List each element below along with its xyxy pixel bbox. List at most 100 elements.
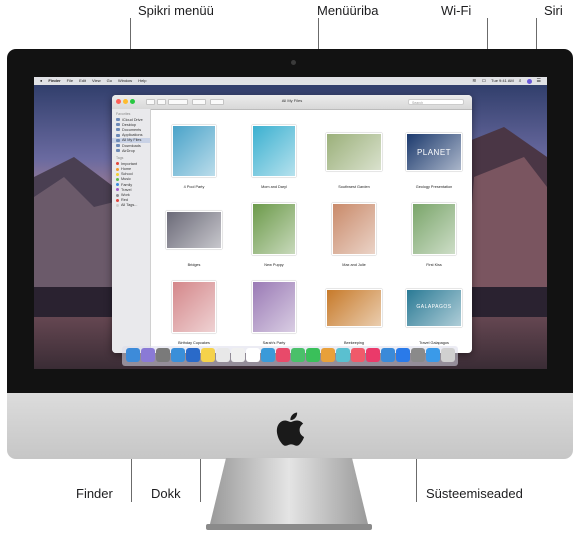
dock-app-icon[interactable] — [246, 348, 260, 362]
search-input[interactable]: Search — [408, 99, 464, 105]
sidebar-tag-label: Work — [121, 193, 130, 198]
dock-app-icon[interactable] — [381, 348, 395, 362]
imac-stand — [206, 458, 372, 530]
menu-item-go[interactable]: Go — [107, 77, 112, 85]
file-caption: Bridges — [187, 263, 201, 267]
clock[interactable]: Tue 9:41 AM — [491, 77, 514, 85]
sidebar-tag-label: Home — [121, 167, 132, 172]
file-thumbnail: GALAPAGOS — [406, 289, 462, 327]
file-caption: 4 Pool Party — [183, 185, 205, 189]
camera — [291, 60, 296, 65]
finder-icon[interactable] — [126, 348, 140, 362]
file-item[interactable]: New Puppy — [234, 197, 314, 277]
sidebar-tag-label: School — [121, 172, 133, 177]
sidebar-tag-8[interactable]: All Tags... — [112, 203, 150, 208]
folder-icon — [116, 118, 120, 122]
file-thumbnail — [326, 133, 382, 171]
dock-app-icon[interactable] — [156, 348, 170, 362]
sidebar-tag-label: Important — [121, 161, 138, 166]
tag-dot-icon — [116, 198, 119, 202]
callout-siri: Siri — [544, 3, 563, 18]
notification-center-icon[interactable]: ☰ — [537, 78, 541, 84]
file-item[interactable]: 4 Pool Party — [154, 119, 234, 199]
file-caption: New Puppy — [264, 263, 284, 267]
callout-system-prefs: Süsteemiseaded — [426, 486, 523, 501]
dock-app-icon[interactable] — [186, 348, 200, 362]
file-item[interactable]: First Kiss — [394, 197, 472, 277]
file-thumbnail — [332, 203, 376, 255]
file-caption: Mom and Daryl — [261, 185, 287, 189]
dock-app-icon[interactable] — [321, 348, 335, 362]
file-caption: Geology Presentation — [415, 185, 453, 189]
file-item[interactable]: Southwest Garden — [314, 119, 394, 199]
sidebar-tags-head: Tags — [116, 156, 124, 161]
finder-window: All My Files Search Favorites iCloud Dri… — [112, 95, 472, 353]
tag-dot-icon — [116, 188, 119, 192]
folder-icon — [116, 123, 120, 127]
tag-dot-icon — [116, 203, 119, 207]
dock-app-icon[interactable] — [141, 348, 155, 362]
dock-app-icon[interactable] — [426, 348, 440, 362]
sidebar-tag-label: All Tags... — [121, 203, 138, 208]
file-caption: Max and Julie — [342, 263, 366, 267]
dock — [122, 346, 458, 366]
dock-app-icon[interactable] — [351, 348, 365, 362]
sidebar-tag-label: Red — [121, 198, 128, 203]
spotlight-icon[interactable]: ⌕ — [519, 78, 522, 84]
sidebar-item-label: Downloads — [122, 143, 141, 148]
menu-item-help[interactable]: Help — [138, 77, 146, 85]
apple-menu-icon[interactable]: ● — [40, 77, 42, 85]
file-item[interactable]: Sarah's Party — [234, 275, 314, 353]
file-item[interactable]: GALAPAGOS Travel Galapagos — [394, 275, 472, 353]
siri-icon[interactable] — [526, 78, 532, 84]
sidebar-item-label: Applications — [122, 133, 143, 138]
sidebar-item-label: All My Files — [122, 138, 142, 143]
callout-menubar: Menüüriba — [317, 3, 379, 18]
trash-icon[interactable] — [441, 348, 455, 362]
menu-item-file[interactable]: File — [67, 77, 73, 85]
sidebar-tag-list: Important Home School Music Family Travel Work… — [112, 161, 150, 208]
dock-app-icon[interactable] — [306, 348, 320, 362]
system-preferences-icon[interactable] — [411, 348, 425, 362]
tag-dot-icon — [116, 167, 119, 171]
dock-app-icon[interactable] — [231, 348, 245, 362]
dock-app-icon[interactable] — [201, 348, 215, 362]
file-item[interactable]: PLANET Geology Presentation — [394, 119, 472, 199]
file-item[interactable]: Birthday Cupcakes — [154, 275, 234, 353]
dock-app-icon[interactable] — [366, 348, 380, 362]
airdrop-icon — [116, 149, 120, 153]
file-grid: 4 Pool Party Mom and Daryl Southwest Garde… — [150, 109, 472, 353]
file-thumbnail — [412, 203, 456, 255]
file-thumbnail: PLANET — [406, 133, 462, 171]
file-thumbnail — [252, 203, 296, 255]
apple-logo-icon — [275, 412, 305, 452]
dock-app-icon[interactable] — [276, 348, 290, 362]
file-item[interactable]: Mom and Daryl — [234, 119, 314, 199]
sidebar-item-label: AirDrop — [122, 148, 135, 153]
file-item[interactable]: Max and Julie — [314, 197, 394, 277]
wifi-icon[interactable]: ≋ — [472, 78, 476, 84]
dock-app-icon[interactable] — [396, 348, 410, 362]
dock-app-icon[interactable] — [291, 348, 305, 362]
dock-app-icon[interactable] — [216, 348, 230, 362]
menu-item-view[interactable]: View — [92, 77, 101, 85]
dock-app-icon[interactable] — [261, 348, 275, 362]
menu-item-edit[interactable]: Edit — [79, 77, 86, 85]
menu-item-finder[interactable]: Finder — [48, 77, 60, 85]
file-caption: Birthday Cupcakes — [178, 341, 210, 345]
thumbnail-art-text: GALAPAGOS — [416, 304, 452, 310]
dock-app-icon[interactable] — [336, 348, 350, 362]
file-caption: Travel Galapagos — [419, 341, 449, 345]
display-icon[interactable]: ▭ — [481, 78, 486, 84]
file-item[interactable]: Beekeeping — [314, 275, 394, 353]
finder-titlebar: All My Files Search — [112, 95, 472, 110]
finder-sidebar: Favorites iCloud Drive Desktop Documents… — [112, 109, 151, 353]
dock-app-icon[interactable] — [171, 348, 185, 362]
menu-item-window[interactable]: Window — [118, 77, 132, 85]
sidebar-item-label: iCloud Drive — [122, 117, 143, 122]
callout-dock: Dokk — [151, 486, 181, 501]
file-item[interactable]: Bridges — [154, 197, 234, 277]
tag-dot-icon — [116, 162, 119, 166]
sidebar-tag-label: Family — [121, 182, 133, 187]
folder-icon — [116, 128, 120, 132]
